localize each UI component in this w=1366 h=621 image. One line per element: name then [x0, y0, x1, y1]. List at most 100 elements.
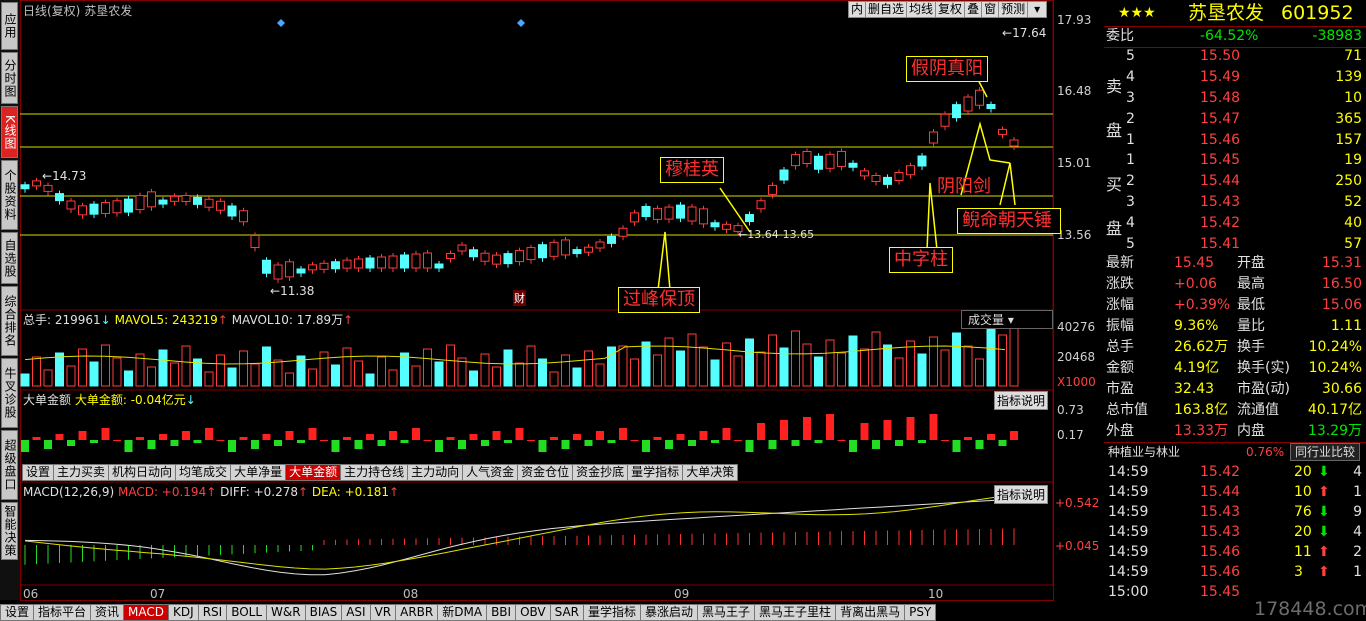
- stat-row[interactable]: 涨跌 +0.06 最高 16.50: [1104, 274, 1366, 295]
- bigorder-bar: [561, 440, 570, 449]
- stat-row[interactable]: 总手 26.62万 换手 10.24%: [1104, 337, 1366, 358]
- indicator-tab[interactable]: 量学指标: [627, 464, 684, 481]
- bottom-tab[interactable]: VR: [369, 604, 397, 621]
- tb-forecast[interactable]: 预测: [998, 1, 1029, 18]
- indicator-tab[interactable]: 机构日动向: [108, 464, 177, 481]
- side-tab-ranking[interactable]: 综合排名: [1, 286, 18, 356]
- sell-price: 15.47: [1200, 111, 1241, 127]
- indicator-tab[interactable]: 均笔成交: [175, 464, 232, 481]
- bottom-tab[interactable]: W&R: [266, 604, 306, 621]
- sell-row[interactable]: 1 15.46 157: [1104, 130, 1366, 151]
- sell-row[interactable]: 5 15.50 71: [1104, 46, 1366, 67]
- sell-level: 3: [1126, 90, 1135, 106]
- buy-level: 5: [1126, 236, 1135, 252]
- volume-bar: [480, 353, 490, 387]
- tick-row[interactable]: 14:59 15.44 10 1 ⬆: [1104, 482, 1366, 503]
- industry-compare-button[interactable]: 同行业比较: [1290, 443, 1361, 461]
- stat-row[interactable]: 外盘 13.33万 内盘 13.29万: [1104, 421, 1366, 442]
- bottom-tab[interactable]: ASI: [341, 604, 371, 621]
- bottom-tab[interactable]: MACD: [123, 604, 170, 621]
- volume-bar: [354, 360, 363, 387]
- chart-area[interactable]: 日线(复权) 苏垦农发 内 删自选 均线 复权 叠 窗 预测 ▾ 17.93 1…: [20, 0, 1099, 604]
- tick-row[interactable]: 14:59 15.46 11 2 ⬆: [1104, 542, 1366, 563]
- bottom-tab[interactable]: BBI: [486, 604, 517, 621]
- sell-row[interactable]: 3 15.48 10: [1104, 88, 1366, 109]
- bottom-tab[interactable]: ARBR: [395, 604, 439, 621]
- indicator-tab[interactable]: 资金抄底: [572, 464, 629, 481]
- buy-row[interactable]: 1 15.45 19: [1104, 150, 1366, 171]
- stat-row[interactable]: 涨幅 +0.39% 最低 15.06: [1104, 295, 1366, 316]
- indicator-tab[interactable]: 主力动向: [407, 464, 464, 481]
- side-tab-orderbook[interactable]: 超级盘口: [1, 430, 18, 500]
- buy-row[interactable]: 2 15.44 250: [1104, 171, 1366, 192]
- side-tab-diagnosis[interactable]: 牛叉诊股: [1, 358, 18, 428]
- bottom-tab[interactable]: BIAS: [304, 604, 343, 621]
- indicator-tab[interactable]: 大单金额: [285, 464, 342, 481]
- bigorder-bar: [67, 440, 75, 446]
- indicator-tab[interactable]: 设置: [22, 464, 55, 481]
- indicator-tab[interactable]: 人气资金: [462, 464, 519, 481]
- bottom-tab[interactable]: PSY: [904, 604, 937, 621]
- finance-marker[interactable]: 财: [513, 290, 526, 306]
- volume-bar: [170, 362, 179, 387]
- stat-row[interactable]: 总市值 163.8亿 流通值 40.17亿: [1104, 400, 1366, 421]
- bigorder-help-button[interactable]: 指标说明: [994, 391, 1049, 410]
- buy-row[interactable]: 4 15.42 40: [1104, 213, 1366, 234]
- indicator-tab[interactable]: 主力买卖: [53, 464, 110, 481]
- buy-row[interactable]: 3 15.43 52: [1104, 192, 1366, 213]
- tb-dropdown-icon[interactable]: ▾: [1027, 1, 1048, 18]
- tick-row[interactable]: 14:59 15.46 3 1 ⬆: [1104, 562, 1366, 583]
- tick-row[interactable]: 14:59 15.43 76 9 ⬇: [1104, 502, 1366, 523]
- rating-stars-icon: ★★★: [1118, 5, 1156, 21]
- candle-up: [653, 207, 662, 220]
- bottom-tab[interactable]: OBV: [515, 604, 551, 621]
- volume-bar: [963, 345, 973, 387]
- indicator-tab[interactable]: 主力持仓线: [340, 464, 409, 481]
- buy-row[interactable]: 5 15.41 57: [1104, 234, 1366, 255]
- sell-row[interactable]: 2 15.47 365: [1104, 109, 1366, 130]
- stat-row[interactable]: 振幅 9.36% 量比 1.11: [1104, 316, 1366, 337]
- side-tab-watchlist[interactable]: 自选股: [1, 232, 18, 284]
- bottom-tab[interactable]: 资讯: [90, 604, 125, 621]
- tick-row[interactable]: 14:59 15.42 20 4 ⬇: [1104, 462, 1366, 483]
- indicator-tab[interactable]: 大单决策: [682, 464, 739, 481]
- indicator-tab[interactable]: 资金仓位: [517, 464, 574, 481]
- volume-indicator-select[interactable]: 成交量 ▾: [961, 310, 1053, 329]
- bottom-tab[interactable]: BOLL: [226, 604, 268, 621]
- bottom-tab[interactable]: KDJ: [168, 604, 199, 621]
- bottom-tab[interactable]: 量学指标: [583, 604, 642, 621]
- annotation-jiayinzhenyang: 假阴真阳: [906, 56, 988, 82]
- tb-adjust[interactable]: 复权: [935, 1, 966, 18]
- tb-inner[interactable]: 内: [848, 1, 867, 18]
- bottom-tab[interactable]: 新DMA: [437, 604, 488, 621]
- price-axis-label: 15.01: [1057, 156, 1092, 170]
- bottom-tab[interactable]: SAR: [549, 604, 584, 621]
- tb-remove-watch[interactable]: 删自选: [865, 1, 908, 18]
- tick-count: 9: [1353, 504, 1362, 520]
- stat-row[interactable]: 市盈 32.43 市盈(动) 30.66: [1104, 379, 1366, 400]
- month-label: 07: [150, 587, 166, 601]
- side-tab-kline[interactable]: K线图: [1, 106, 18, 158]
- stat-row[interactable]: 最新 15.45 开盘 15.31: [1104, 253, 1366, 274]
- macd-help-button[interactable]: 指标说明: [994, 485, 1049, 504]
- bottom-tab[interactable]: RSI: [197, 604, 228, 621]
- bottom-tab[interactable]: 黑马王子里柱: [754, 604, 837, 621]
- bottom-tab[interactable]: 指标平台: [33, 604, 92, 621]
- side-tab-profile[interactable]: 个股资料: [1, 160, 18, 230]
- tick-row[interactable]: 14:59 15.43 20 4 ⬇: [1104, 522, 1366, 543]
- bottom-tab[interactable]: 暴涨启动: [640, 604, 699, 621]
- tb-overlay[interactable]: 叠: [964, 1, 983, 18]
- bottom-tab[interactable]: 背离出黑马: [835, 604, 906, 621]
- tb-window[interactable]: 窗: [981, 1, 1000, 18]
- stat-row[interactable]: 金额 4.19亿 换手(实) 10.24%: [1104, 358, 1366, 379]
- tb-ma[interactable]: 均线: [906, 1, 937, 18]
- bigorder-bar: [630, 440, 639, 441]
- side-tab-apps[interactable]: 应用: [1, 2, 18, 50]
- bottom-tab[interactable]: 黑马王子: [697, 604, 756, 621]
- bottom-tab[interactable]: 设置: [0, 604, 35, 621]
- volume-bar: [43, 369, 53, 387]
- side-tab-intraday[interactable]: 分时图: [1, 52, 18, 104]
- indicator-tab[interactable]: 大单净量: [230, 464, 287, 481]
- side-tab-decision[interactable]: 智能决策: [1, 502, 18, 560]
- sell-row[interactable]: 4 15.49 139: [1104, 67, 1366, 88]
